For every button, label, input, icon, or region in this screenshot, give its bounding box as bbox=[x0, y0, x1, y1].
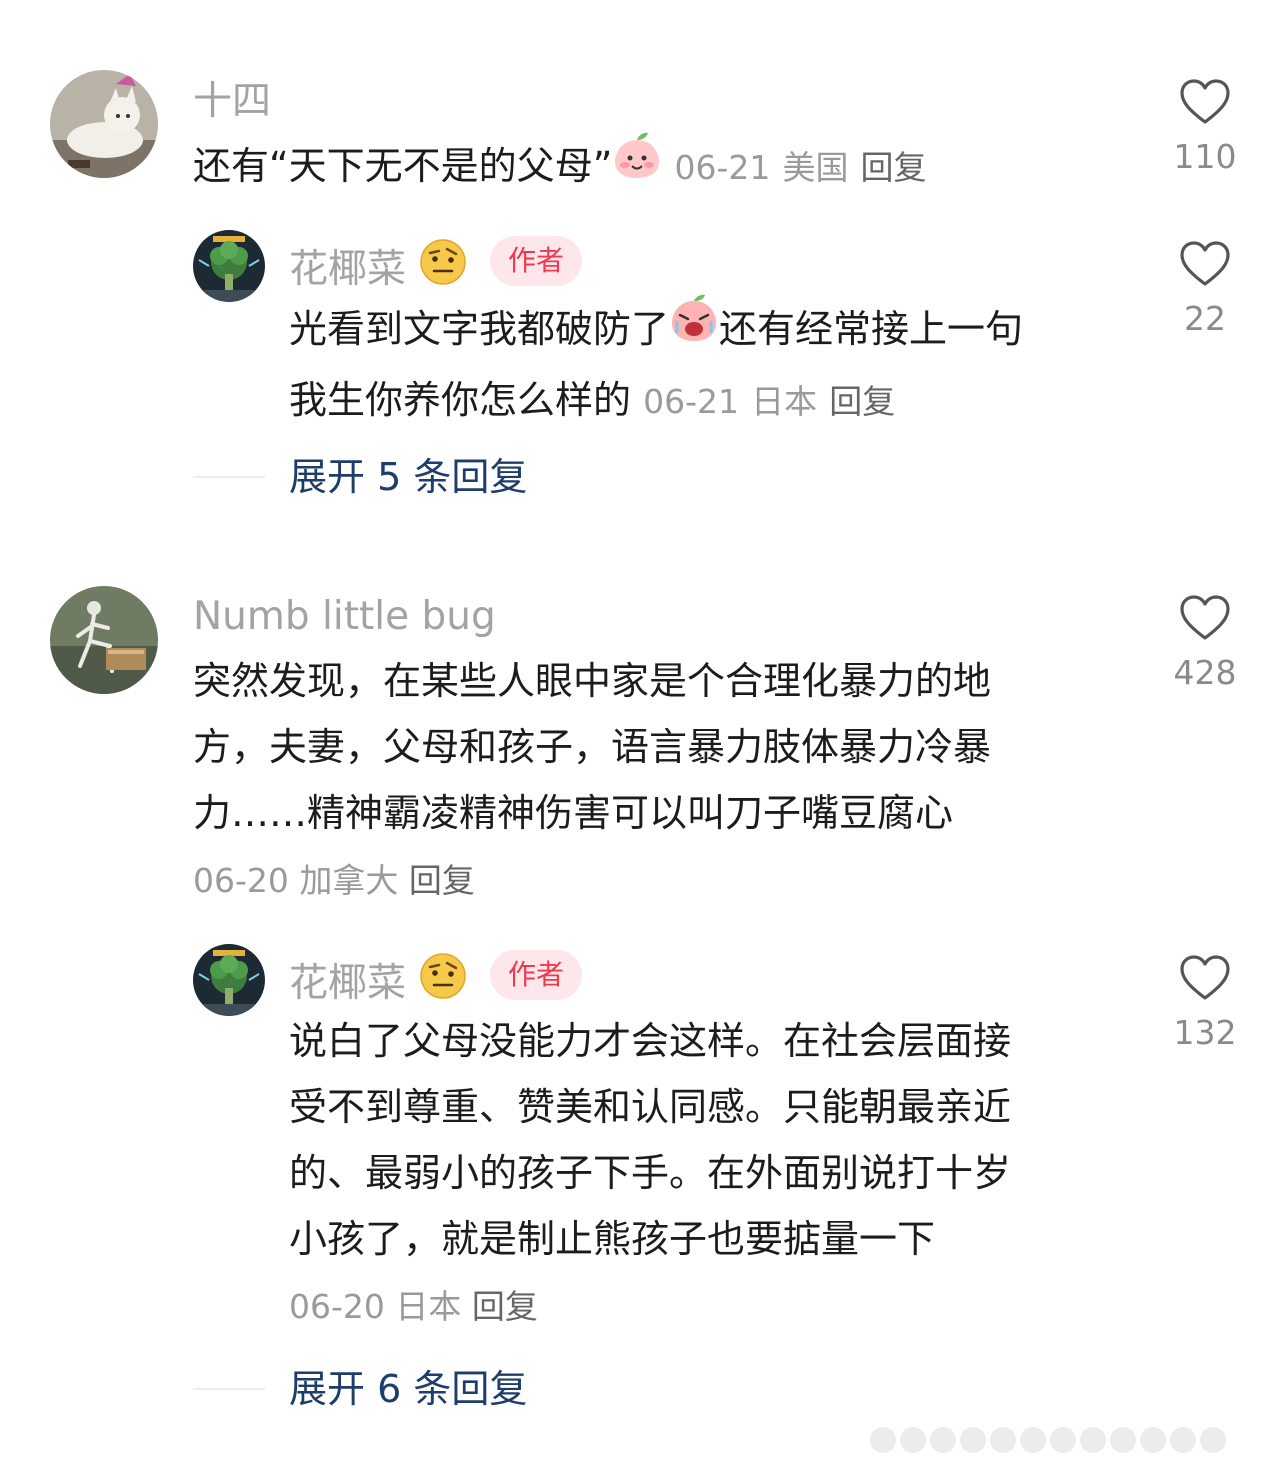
reply-location: 日本 bbox=[751, 381, 818, 421]
comment-date: 06-20 bbox=[193, 861, 289, 900]
reply-button[interactable]: 回复 bbox=[861, 148, 927, 187]
author-badge: 作者 bbox=[490, 236, 583, 286]
reply-date: 06-20 bbox=[289, 1287, 385, 1326]
reply-meta: 06-20 日本 回复 bbox=[289, 1290, 538, 1323]
heart-outline-icon bbox=[1180, 241, 1230, 286]
reply-username[interactable]: 花椰菜 bbox=[289, 239, 468, 300]
reply-button[interactable]: 回复 bbox=[472, 1287, 538, 1326]
comment-date: 06-21 bbox=[674, 148, 771, 187]
reply-username[interactable]: 花椰菜 bbox=[289, 953, 468, 1014]
comment-location: 加拿大 bbox=[299, 861, 399, 900]
reply-username-text: 花椰菜 bbox=[289, 247, 407, 292]
comment-text: 还有“天下无不是的父母” 06-21 美国 回复 bbox=[193, 130, 927, 204]
raised-eyebrow-emoji-icon bbox=[418, 237, 468, 294]
comment-text-line: 还有“天下无不是的父母” bbox=[193, 144, 613, 188]
raised-eyebrow-emoji-icon bbox=[418, 951, 468, 1008]
like-count: 110 bbox=[1173, 137, 1237, 176]
heart-outline-icon bbox=[1180, 79, 1230, 124]
like-button[interactable]: 132 bbox=[1155, 954, 1255, 1049]
author-avatar[interactable] bbox=[193, 944, 265, 1016]
reply-text-line: 说白了父母没能力才会这样。在社会层面接 bbox=[289, 1019, 1012, 1063]
reply-text-line: 光看到文字我都破防了 bbox=[289, 307, 670, 351]
expand-replies-link[interactable]: 展开 5 条回复 bbox=[289, 458, 527, 496]
heart-outline-icon bbox=[1180, 955, 1230, 1000]
commenter-avatar[interactable] bbox=[50, 586, 158, 694]
reply-text-line: 的、最弱小的孩子下手。在外面别说打十岁 bbox=[289, 1151, 1012, 1195]
like-count: 132 bbox=[1173, 1013, 1237, 1052]
comment-location: 美国 bbox=[782, 148, 849, 187]
author-avatar[interactable] bbox=[193, 230, 265, 302]
comment-meta: 06-20 加拿大 回复 bbox=[193, 864, 475, 897]
like-button[interactable]: 110 bbox=[1155, 78, 1255, 173]
divider bbox=[193, 476, 265, 478]
reply-username-text: 花椰菜 bbox=[289, 961, 407, 1006]
reply-location: 日本 bbox=[395, 1287, 462, 1326]
peach-smile-emoji-icon bbox=[612, 130, 662, 200]
reply-text-line: 我生你养你怎么样的 bbox=[289, 377, 632, 422]
comment-text: 突然发现，在某些人眼中家是个合理化暴力的地 方，夫妻，父母和孩子，语言暴力肢体暴… bbox=[193, 648, 991, 846]
heart-outline-icon bbox=[1180, 595, 1230, 640]
reply-text-line: 受不到尊重、赞美和认同感。只能朝最亲近 bbox=[289, 1085, 1012, 1129]
commenter-username[interactable]: Numb little bug bbox=[193, 597, 496, 636]
peach-crying-emoji-icon bbox=[669, 293, 719, 363]
comment-text-line: 突然发现，在某些人眼中家是个合理化暴力的地 bbox=[193, 659, 992, 703]
expand-replies-link[interactable]: 展开 6 条回复 bbox=[289, 1370, 527, 1408]
reply-date: 06-21 bbox=[643, 381, 739, 421]
commenter-username[interactable]: 十四 bbox=[193, 82, 271, 121]
like-count: 22 bbox=[1184, 299, 1226, 338]
reply-text-line: 小孩了，就是制止熊孩子也要掂量一下 bbox=[289, 1217, 936, 1261]
reply-button[interactable]: 回复 bbox=[829, 382, 895, 421]
comment-text-line: 力……精神霸凌精神伤害可以叫刀子嘴豆腐心 bbox=[193, 791, 954, 835]
like-button[interactable]: 22 bbox=[1155, 240, 1255, 335]
reply-text-line: 还有经常接上一句 bbox=[719, 307, 1024, 351]
reply-text: 光看到文字我都破防了 还有经常接上一句 我生你养你怎么样的 06-21 日本 回… bbox=[289, 293, 1024, 435]
watermark-icon bbox=[870, 1422, 1270, 1458]
author-badge: 作者 bbox=[490, 950, 583, 1000]
commenter-avatar[interactable] bbox=[50, 70, 158, 178]
reply-button[interactable]: 回复 bbox=[409, 861, 475, 900]
like-button[interactable]: 428 bbox=[1155, 594, 1255, 689]
reply-text: 说白了父母没能力才会这样。在社会层面接 受不到尊重、赞美和认同感。只能朝最亲近 … bbox=[289, 1008, 1011, 1272]
divider bbox=[193, 1388, 265, 1390]
like-count: 428 bbox=[1173, 653, 1237, 692]
comment-text-line: 方，夫妻，父母和孩子，语言暴力肢体暴力冷暴 bbox=[193, 725, 992, 769]
